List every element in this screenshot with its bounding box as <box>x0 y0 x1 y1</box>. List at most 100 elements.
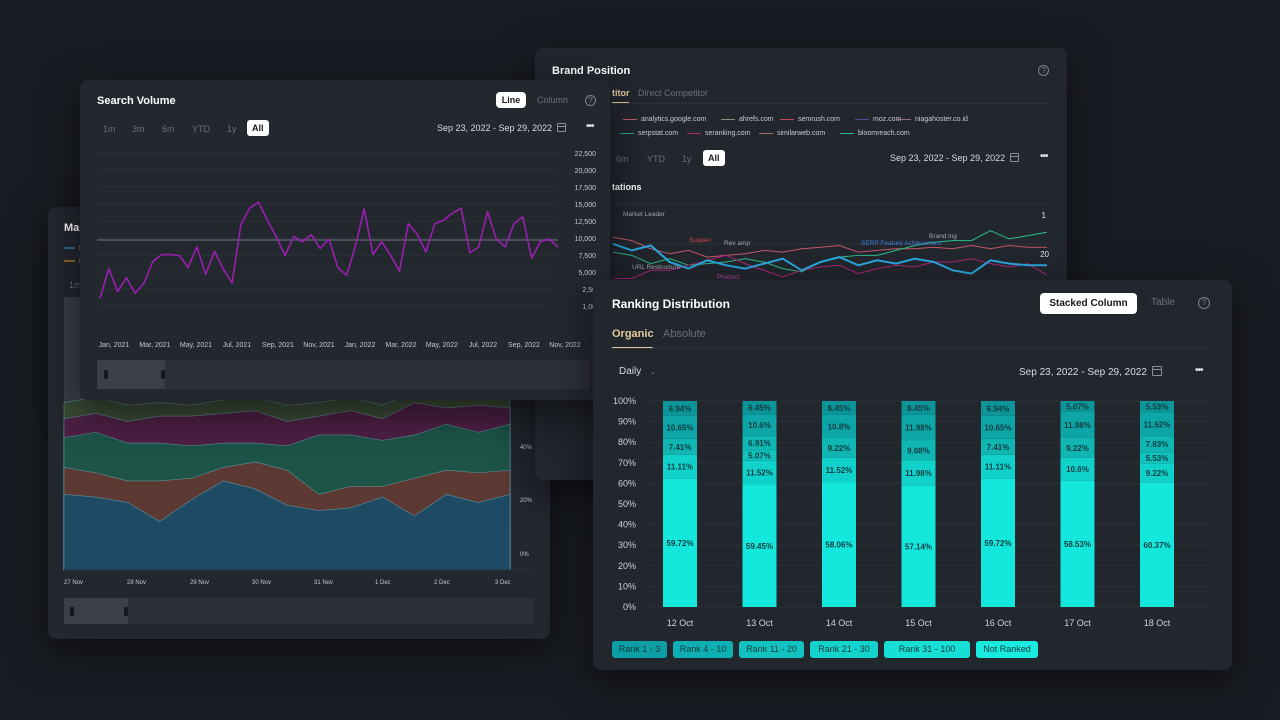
y-tick-label: 7,500 <box>578 253 596 260</box>
bar-data-label: 9.22% <box>828 444 851 453</box>
annotation-label: Brand ing <box>929 233 957 240</box>
y-tick-label: 100% <box>613 396 636 406</box>
y-tick-label: 70% <box>618 458 636 468</box>
bar-data-label: 11.98% <box>905 423 932 432</box>
y-tick-label: 20,000 <box>575 168 597 175</box>
bar-data-label: 5.53% <box>1146 454 1169 463</box>
bar-data-label: 9.22% <box>1066 444 1089 453</box>
x-tick-label: 14 Oct <box>826 618 853 628</box>
scroll-handle-right[interactable] <box>124 607 128 616</box>
x-tick-label: 2 Dec <box>434 580 450 586</box>
x-tick-label: 1 Dec <box>375 580 391 586</box>
bar-data-label: 5.07% <box>748 452 771 461</box>
x-tick-label: Mar, 2021 <box>139 342 170 349</box>
annotation-label: Market Leader <box>623 211 666 218</box>
y-tick-label: 17,500 <box>575 185 597 192</box>
bar-data-label: 7.83% <box>1146 440 1169 449</box>
x-tick-label: Nov, 2021 <box>303 342 334 349</box>
search-volume-line <box>99 201 559 299</box>
search-volume-card: Search Volume Line Column ? 1m 3m 6m YTD… <box>80 80 610 400</box>
x-tick-label: Sep, 2021 <box>262 342 294 349</box>
annotation-label: URL Restructure <box>632 264 681 271</box>
y-tick-label: 10% <box>618 581 636 591</box>
ranking-distribution-stacked-column-chart: 100% 90% 80% 70% 60% 50% 40% 30% 20% 10% 0% 59.72% 1… <box>613 396 1211 628</box>
bar-data-label: 6.45% <box>828 404 851 413</box>
x-tick-label: 27 Nov <box>64 580 83 586</box>
market-range-scrollbar[interactable] <box>64 598 534 624</box>
x-tick-label: 16 Oct <box>985 618 1012 628</box>
bar-data-label: 10.65% <box>984 423 1011 432</box>
legend-toggle-rank-31-100[interactable]: Rank 31 - 100 <box>884 641 970 658</box>
y-tick-label: 60% <box>618 478 636 488</box>
bar-data-label: 11.98% <box>905 469 932 478</box>
x-tick-label: Sep, 2022 <box>508 342 540 349</box>
bar-data-label: 6.94% <box>987 404 1010 413</box>
bar-data-label: 11.11% <box>667 463 693 472</box>
legend-toggle-rank-1-3[interactable]: Rank 1 - 3 <box>612 641 667 658</box>
y-tick-label: 80% <box>618 437 636 447</box>
annotation-label: Rev amp <box>724 240 750 247</box>
y-tick-label: 15,000 <box>575 202 597 209</box>
x-tick-label: Nov, 2022 <box>549 342 580 349</box>
x-tick-label: 3 Dec <box>495 580 511 586</box>
bar-data-label: 11.98% <box>1064 421 1091 430</box>
x-tick-label: 30 Nov <box>252 580 271 586</box>
y-tick-label: 12,500 <box>575 219 597 226</box>
x-tick-label: 17 Oct <box>1064 618 1091 628</box>
bar-data-label: 60.37% <box>1143 541 1170 550</box>
x-tick-label: 13 Oct <box>746 618 773 628</box>
x-tick-label: 29 Nov <box>190 580 209 586</box>
scroll-handle-left[interactable] <box>104 370 108 379</box>
y-tick-label: 0% <box>623 602 636 612</box>
y-tick-label: 5,000 <box>578 270 596 277</box>
scroll-handle-left[interactable] <box>70 607 74 616</box>
bar-data-label: 11.52% <box>746 469 773 478</box>
x-tick-label: Jul, 2021 <box>223 342 252 349</box>
x-tick-label: May, 2022 <box>426 342 458 349</box>
y-tick-label: 20% <box>520 498 533 504</box>
brand-line-analytics-google-com <box>612 236 1047 258</box>
bar-data-label: 9.68% <box>907 446 930 455</box>
x-tick-label: 15 Oct <box>905 618 932 628</box>
annotation-label: Suspen <box>689 237 711 244</box>
legend-toggle-rank-11-20[interactable]: Rank 11 - 20 <box>739 641 804 658</box>
y-tick-label: 22,500 <box>575 151 597 158</box>
annotation-label: SERP Feature Achievement <box>861 240 942 247</box>
bar-data-label: 59.72% <box>666 539 693 548</box>
y-tick-label: 10,000 <box>575 236 597 243</box>
bar-data-label: 9.22% <box>1146 469 1169 478</box>
bar-data-label: 10.8% <box>828 422 851 431</box>
bar-data-label: 10.6% <box>748 421 771 430</box>
y-tick-label: 40% <box>618 520 636 530</box>
bar-data-label: 7.41% <box>987 443 1010 452</box>
bar-data-label: 5.07% <box>1066 402 1089 411</box>
x-tick-label: 28 Nov <box>127 580 146 586</box>
legend-toggle-not-ranked[interactable]: Not Ranked <box>976 641 1038 658</box>
search-range-scrollbar[interactable] <box>97 360 590 389</box>
y-tick-label: 20% <box>618 561 636 571</box>
bar-data-label: 6.91% <box>748 439 771 448</box>
y-tick-label: 20 <box>1040 250 1049 259</box>
bar-data-label: 11.11% <box>985 463 1011 472</box>
y-tick-label: 30% <box>618 540 636 550</box>
bar-data-label: 58.53% <box>1064 540 1091 549</box>
x-tick-label: Jul, 2022 <box>469 342 498 349</box>
y-tick-label: 50% <box>618 499 636 509</box>
bar-data-label: 59.45% <box>746 542 773 551</box>
legend-toggle-rank-21-30[interactable]: Rank 21 - 30 <box>810 641 878 658</box>
x-tick-label: 31 Nov <box>314 580 333 586</box>
x-tick-label: 18 Oct <box>1144 618 1171 628</box>
bar-data-label: 11.52% <box>826 466 853 475</box>
search-volume-line-chart: 22,500 20,000 17,500 15,000 12,500 10,000 7,50… <box>97 151 597 349</box>
bar-data-label: 57.14% <box>905 542 932 551</box>
bar-data-label: 10.65% <box>666 423 693 432</box>
x-tick-label: May, 2021 <box>180 342 212 349</box>
x-tick-label: Jan, 2021 <box>99 342 130 349</box>
bar-data-label: 6.45% <box>907 404 930 413</box>
bar-data-label: 59.72% <box>984 539 1011 548</box>
x-tick-label: 12 Oct <box>667 618 694 628</box>
y-tick-label: 1 <box>1042 211 1047 220</box>
x-tick-label: Mar, 2022 <box>385 342 416 349</box>
scroll-handle-right[interactable] <box>161 370 165 379</box>
legend-toggle-rank-4-10[interactable]: Rank 4 - 10 <box>673 641 733 658</box>
